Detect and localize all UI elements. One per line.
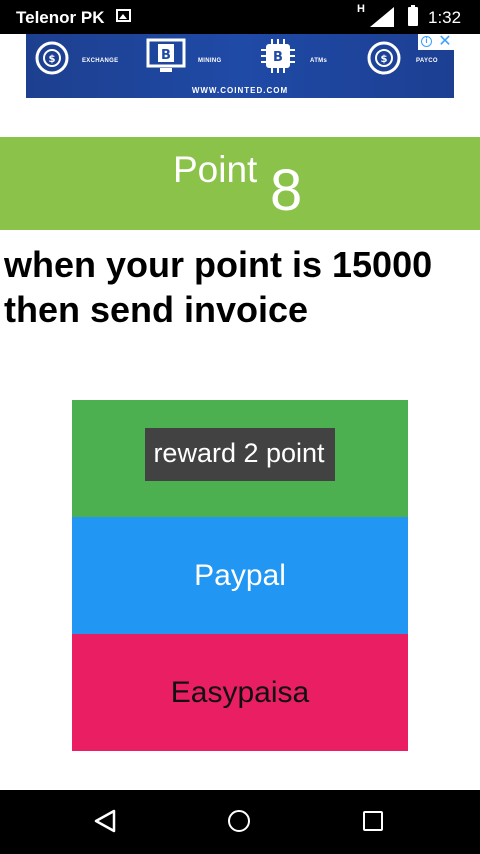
paypal-button[interactable]: Paypal — [72, 517, 408, 634]
points-header: Point 8 — [0, 137, 480, 230]
bitcoin-screen-icon: B — [146, 38, 186, 72]
info-text: when your point is 15000 then send invoi… — [4, 244, 433, 330]
easypaisa-button[interactable]: Easypaisa — [72, 634, 408, 751]
status-time: 1:32 — [428, 8, 462, 27]
ad-label-atms: ATMs — [310, 58, 328, 64]
ad-choices[interactable]: i ✕ — [418, 34, 454, 50]
signal-icon — [370, 7, 394, 27]
bitcoin-chip-icon: B — [261, 39, 295, 73]
points-value: 8 — [270, 158, 303, 223]
ad-url: WWW.COINTED.COM — [191, 86, 289, 95]
gallery-icon — [116, 9, 131, 22]
nav-bar — [0, 790, 480, 854]
points-label: Point — [173, 149, 258, 190]
status-bar: Telenor PK H 1:32 — [0, 0, 480, 34]
close-icon[interactable]: ✕ — [437, 34, 453, 50]
ad-label-payco: PAYCO — [416, 58, 438, 64]
bitcoin-atm-icon: $ — [367, 41, 401, 75]
back-icon[interactable] — [94, 809, 116, 833]
bitcoin-exchange-icon: $ — [35, 41, 69, 75]
ad-label-mining: MINING — [198, 58, 222, 64]
battery-icon — [408, 5, 418, 26]
svg-text:$: $ — [49, 54, 56, 65]
home-icon[interactable] — [228, 810, 250, 832]
svg-text:B: B — [273, 50, 283, 65]
svg-text:B: B — [161, 48, 171, 63]
recents-icon[interactable] — [363, 811, 383, 831]
info-icon[interactable]: i — [421, 36, 432, 47]
svg-text:$: $ — [381, 54, 388, 65]
ad-label-exchange: EXCHANGE — [82, 58, 119, 64]
network-type: H — [357, 3, 365, 15]
reward-button[interactable]: reward 2 point — [72, 400, 408, 517]
carrier-name: Telenor PK — [16, 8, 105, 27]
ad-banner[interactable]: $ EXCHANGE B MINING B ATMs $ PAYCO WWW.C… — [26, 34, 454, 98]
reward-button-label: reward 2 point — [145, 428, 335, 481]
